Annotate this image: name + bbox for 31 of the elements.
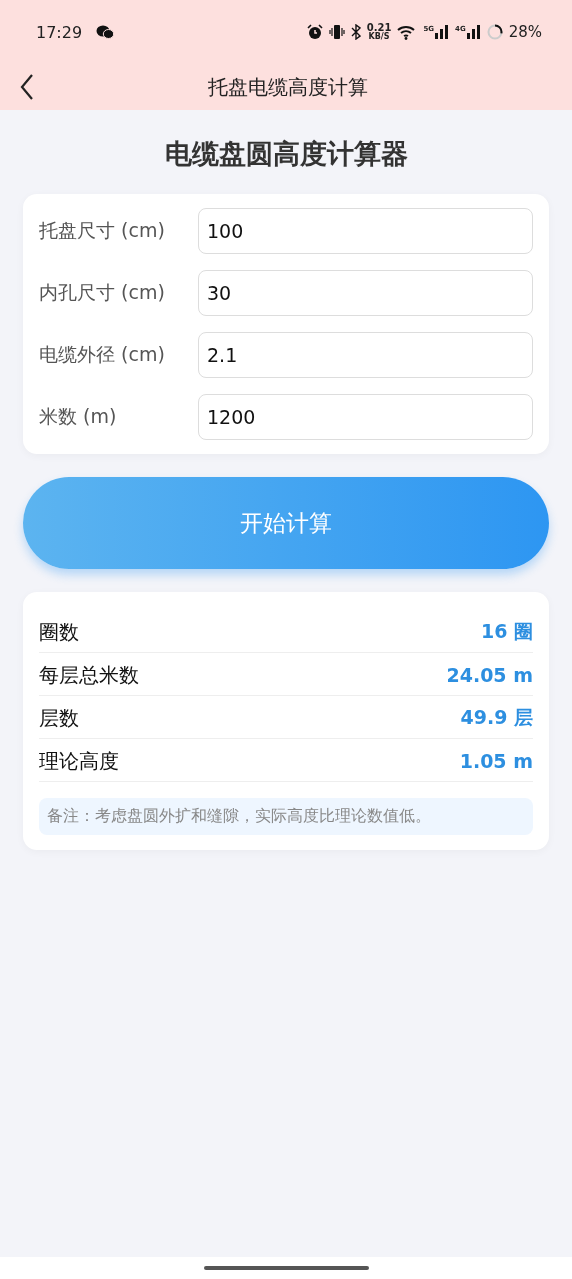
- result-label: 理论高度: [39, 747, 119, 775]
- battery-ring-icon: [486, 24, 503, 40]
- signal-icon: [466, 25, 481, 39]
- status-time: 17:29: [36, 22, 83, 42]
- input-field[interactable]: 100: [198, 208, 533, 254]
- result-value: 24.05 m: [446, 664, 533, 686]
- result-label: 层数: [39, 704, 79, 732]
- chat-icon: [96, 25, 115, 39]
- bluetooth-icon: [350, 24, 361, 40]
- result-label: 圈数: [39, 618, 79, 646]
- input-field[interactable]: 30: [198, 270, 533, 316]
- input-field[interactable]: 2.1: [198, 332, 533, 378]
- speed-unit: KB/S: [368, 33, 390, 41]
- field-label: 托盘尺寸 (cm): [39, 218, 166, 243]
- alarm-icon: [306, 24, 323, 40]
- note-text: 备注：考虑盘圆外扩和缝隙，实际高度比理论数值低。: [39, 798, 533, 835]
- vibrate-icon: [328, 24, 345, 40]
- input-field[interactable]: 1200: [198, 394, 533, 440]
- result-value: 1.05 m: [459, 750, 533, 772]
- battery-percent: 28%: [508, 23, 542, 41]
- field-label: 米数 (m): [39, 404, 118, 429]
- result-value: 16 圈: [480, 619, 533, 644]
- field-label: 电缆外径 (cm): [39, 342, 166, 367]
- calculator-heading: 电缆盘圆高度计算器: [163, 137, 409, 171]
- result-label: 每层总米数: [39, 661, 139, 689]
- signal-icon: [435, 25, 450, 39]
- speed-value: 0.21: [366, 23, 392, 33]
- back-icon[interactable]: [20, 74, 34, 100]
- page-title: 托盘电缆高度计算: [207, 73, 369, 101]
- field-label: 内孔尺寸 (cm): [39, 280, 166, 305]
- result-value: 49.9 层: [460, 705, 533, 730]
